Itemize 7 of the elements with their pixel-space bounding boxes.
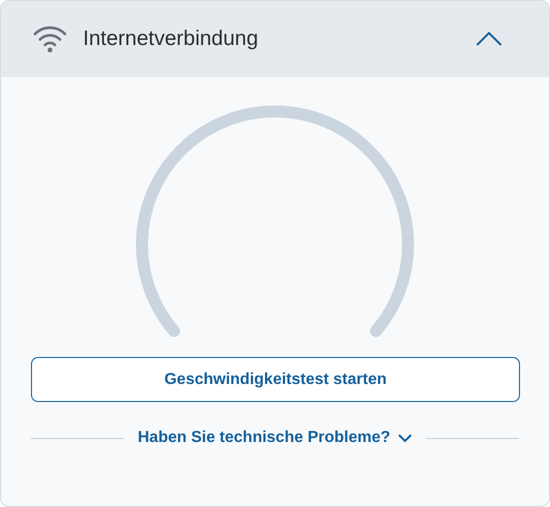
help-link[interactable]: Haben Sie technische Probleme? bbox=[124, 426, 426, 450]
panel-header[interactable]: Internetverbindung bbox=[1, 1, 549, 77]
start-test-button[interactable]: Geschwindigkeitstest starten bbox=[31, 357, 520, 402]
panel-title: Internetverbindung bbox=[83, 26, 258, 52]
chevron-up-icon[interactable] bbox=[475, 31, 503, 47]
wifi-icon bbox=[33, 25, 67, 53]
chevron-down-icon bbox=[398, 434, 412, 442]
